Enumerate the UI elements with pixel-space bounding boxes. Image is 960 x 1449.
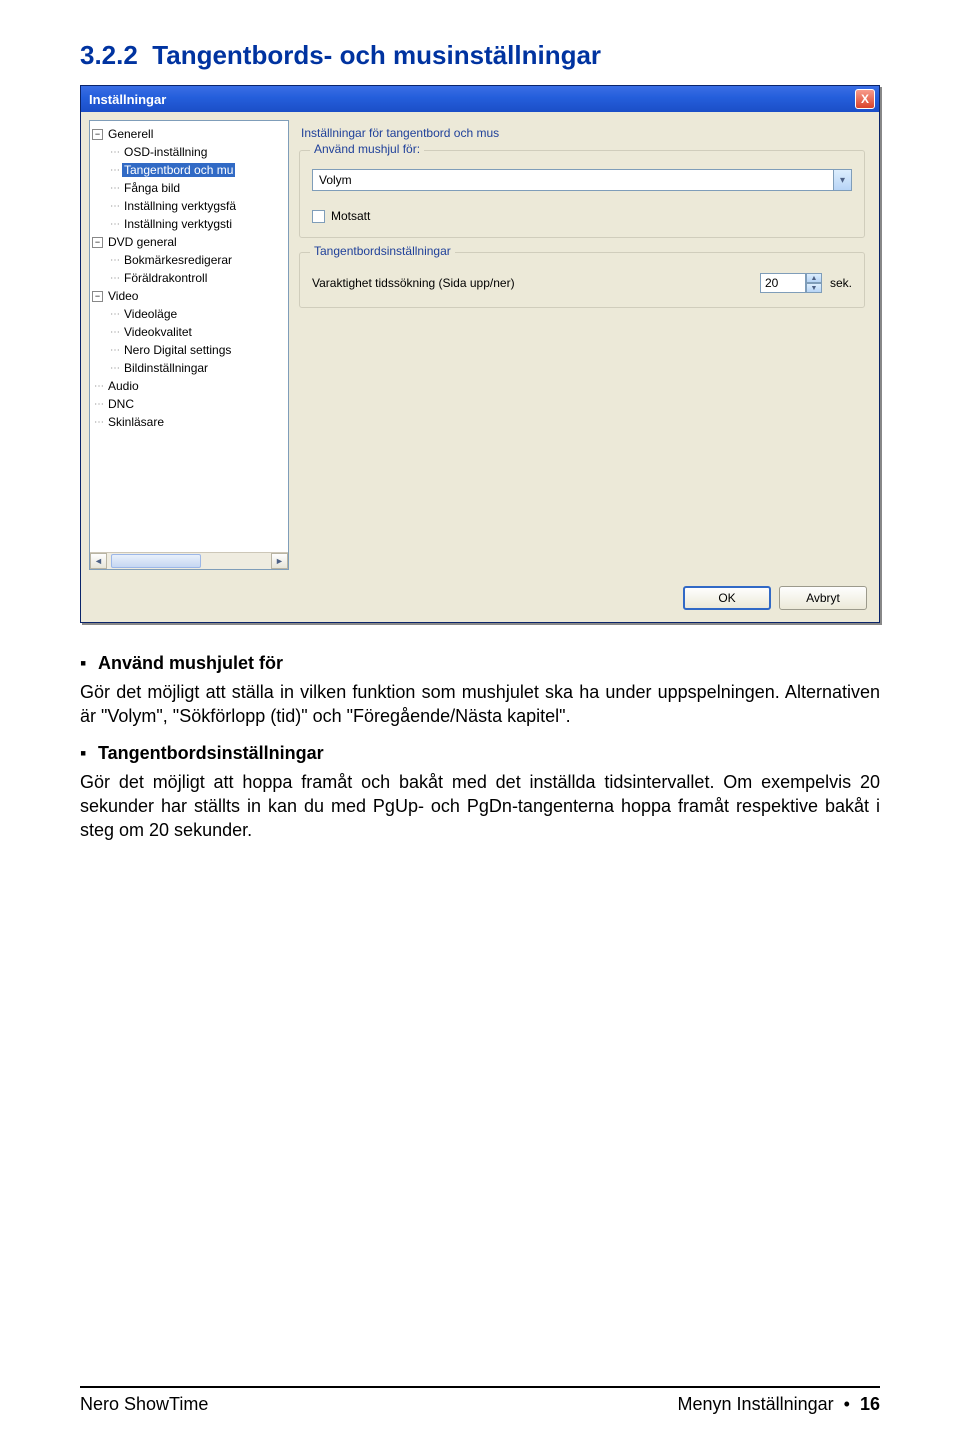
tree-item[interactable]: −Generell bbox=[92, 125, 286, 143]
paragraph-1: Gör det möjligt att ställa in vilken fun… bbox=[80, 680, 880, 729]
tree-item[interactable]: ⋯Audio bbox=[92, 377, 286, 395]
footer-right: Menyn Inställningar • 16 bbox=[678, 1394, 880, 1415]
tree-horizontal-scrollbar[interactable]: ◄ ► bbox=[90, 552, 288, 569]
group-mousewheel-title: Använd mushjul för: bbox=[310, 142, 424, 156]
scroll-thumb[interactable] bbox=[111, 554, 201, 568]
footer-product: Nero ShowTime bbox=[80, 1394, 208, 1415]
tree-item[interactable]: ⋯Nero Digital settings bbox=[92, 341, 286, 359]
mousewheel-dropdown-value: Volym bbox=[312, 169, 834, 191]
tree-item-label: Videokvalitet bbox=[122, 325, 194, 339]
dialog-title: Inställningar bbox=[89, 92, 166, 107]
tree-item-label: Skinläsare bbox=[106, 415, 166, 429]
opposite-checkbox-label: Motsatt bbox=[331, 209, 370, 223]
page-footer: Nero ShowTime Menyn Inställningar • 16 bbox=[80, 1386, 880, 1415]
close-icon[interactable]: X bbox=[855, 89, 875, 109]
footer-rule bbox=[80, 1386, 880, 1388]
group-mousewheel: Använd mushjul för: Volym ▾ Motsatt bbox=[299, 150, 865, 238]
tree-item[interactable]: −Video bbox=[92, 287, 286, 305]
tree-item-label: DNC bbox=[106, 397, 136, 411]
dialog-titlebar[interactable]: Inställningar X bbox=[81, 86, 879, 112]
tree-item-label: Videoläge bbox=[122, 307, 179, 321]
tree-item-label: Inställning verktygsfä bbox=[122, 199, 238, 213]
tree-item[interactable]: ⋯Bokmärkesredigerar bbox=[92, 251, 286, 269]
tree-item-label: Föräldrakontroll bbox=[122, 271, 209, 285]
tree-item[interactable]: ⋯DNC bbox=[92, 395, 286, 413]
settings-tree[interactable]: −Generell⋯OSD-inställning⋯Tangentbord oc… bbox=[89, 120, 289, 570]
bullet1-label: Använd mushjulet för bbox=[98, 653, 283, 674]
ok-button[interactable]: OK bbox=[683, 586, 771, 610]
tree-item[interactable]: ⋯Inställning verktygsfä bbox=[92, 197, 286, 215]
tree-item[interactable]: ⋯OSD-inställning bbox=[92, 143, 286, 161]
tree-item[interactable]: ⋯Videoläge bbox=[92, 305, 286, 323]
seek-duration-label: Varaktighet tidssökning (Sida upp/ner) bbox=[312, 276, 760, 290]
tree-item[interactable]: ⋯Inställning verktygsti bbox=[92, 215, 286, 233]
panel-heading: Inställningar för tangentbord och mus bbox=[301, 126, 865, 140]
cancel-button[interactable]: Avbryt bbox=[779, 586, 867, 610]
tree-item-label: OSD-inställning bbox=[122, 145, 209, 159]
scroll-left-icon[interactable]: ◄ bbox=[90, 553, 107, 569]
bullet2-label: Tangentbordsinställningar bbox=[98, 743, 324, 764]
tree-item[interactable]: ⋯Videokvalitet bbox=[92, 323, 286, 341]
opposite-checkbox[interactable] bbox=[312, 210, 325, 223]
tree-expander-icon[interactable]: − bbox=[92, 237, 103, 248]
group-keyboard: Tangentbordsinställningar Varaktighet ti… bbox=[299, 252, 865, 308]
chevron-down-icon[interactable]: ▾ bbox=[834, 169, 852, 191]
bullet-icon: ▪ bbox=[80, 653, 98, 674]
tree-item-label: DVD general bbox=[106, 235, 179, 249]
tree-item-label: Tangentbord och mu bbox=[122, 163, 235, 177]
group-keyboard-title: Tangentbordsinställningar bbox=[310, 244, 455, 258]
seek-duration-input[interactable]: 20 bbox=[760, 273, 806, 293]
body-text: ▪ Använd mushjulet för Gör det möjligt a… bbox=[80, 653, 880, 842]
tree-item-label: Inställning verktygsti bbox=[122, 217, 234, 231]
tree-item[interactable]: −DVD general bbox=[92, 233, 286, 251]
settings-dialog: Inställningar X −Generell⋯OSD-inställnin… bbox=[80, 85, 880, 623]
section-title: Tangentbords- och musinställningar bbox=[152, 40, 601, 70]
tree-item-label: Nero Digital settings bbox=[122, 343, 233, 357]
mousewheel-dropdown[interactable]: Volym ▾ bbox=[312, 169, 852, 191]
tree-item[interactable]: ⋯Föräldrakontroll bbox=[92, 269, 286, 287]
tree-item[interactable]: ⋯Tangentbord och mu bbox=[92, 161, 286, 179]
tree-item[interactable]: ⋯Bildinställningar bbox=[92, 359, 286, 377]
section-number: 3.2.2 bbox=[80, 40, 138, 70]
tree-item-label: Bokmärkesredigerar bbox=[122, 253, 234, 267]
spin-up-icon[interactable]: ▲ bbox=[806, 273, 822, 283]
scroll-track[interactable] bbox=[107, 553, 271, 569]
tree-expander-icon[interactable]: − bbox=[92, 291, 103, 302]
tree-item-label: Audio bbox=[106, 379, 141, 393]
tree-item-label: Video bbox=[106, 289, 140, 303]
tree-item-label: Bildinställningar bbox=[122, 361, 210, 375]
scroll-right-icon[interactable]: ► bbox=[271, 553, 288, 569]
tree-expander-icon[interactable]: − bbox=[92, 129, 103, 140]
settings-content: Inställningar för tangentbord och mus An… bbox=[297, 120, 871, 570]
tree-item[interactable]: ⋯Skinläsare bbox=[92, 413, 286, 431]
tree-item[interactable]: ⋯Fånga bild bbox=[92, 179, 286, 197]
spin-down-icon[interactable]: ▼ bbox=[806, 283, 822, 293]
section-heading: 3.2.2 Tangentbords- och musinställningar bbox=[80, 40, 880, 71]
paragraph-2: Gör det möjligt att hoppa framåt och bak… bbox=[80, 770, 880, 843]
seek-duration-unit: sek. bbox=[830, 276, 852, 290]
page-number: 16 bbox=[860, 1394, 880, 1414]
tree-item-label: Fånga bild bbox=[122, 181, 182, 195]
dialog-button-bar: OK Avbryt bbox=[81, 578, 879, 622]
bullet-icon: ▪ bbox=[80, 743, 98, 764]
tree-item-label: Generell bbox=[106, 127, 155, 141]
